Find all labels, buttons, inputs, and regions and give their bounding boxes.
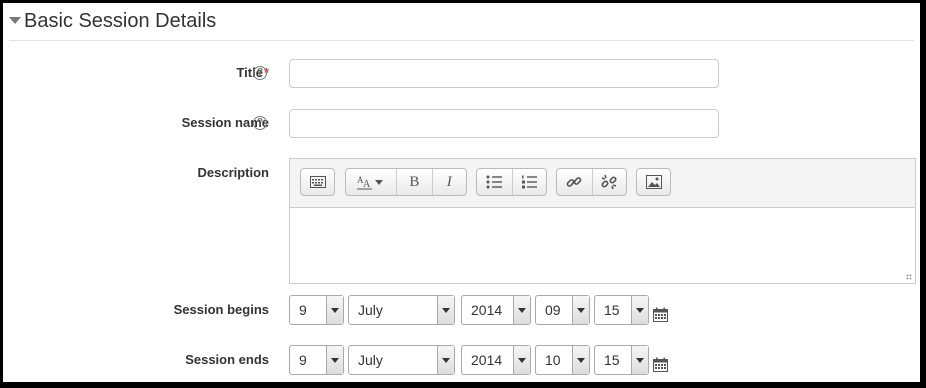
ends-hour-value: 10 (545, 352, 561, 368)
dropdown-arrow-icon (572, 296, 589, 324)
begins-month-value: July (358, 302, 383, 318)
begins-day-value: 9 (299, 302, 307, 318)
description-label: Description (197, 165, 269, 180)
toolbar-group-2: AA B I (345, 168, 467, 196)
ends-hour-select[interactable]: 10 (535, 345, 590, 375)
ends-minute-value: 15 (604, 352, 620, 368)
toolbar-group-4 (556, 168, 627, 196)
font-style-dropdown-icon[interactable]: AA (346, 169, 398, 195)
calendar-icon[interactable] (653, 357, 668, 372)
dropdown-arrow-icon (513, 346, 530, 374)
title-input[interactable] (289, 59, 719, 88)
bold-icon[interactable]: B (397, 169, 433, 195)
italic-icon[interactable]: I (433, 169, 466, 195)
help-glyph: ? (256, 67, 264, 78)
ends-day-select[interactable]: 9 (289, 345, 344, 375)
dropdown-arrow-icon (631, 346, 648, 374)
section-header[interactable]: Basic Session Details (9, 8, 914, 41)
session-name-input[interactable] (289, 109, 719, 138)
calendar-icon[interactable] (653, 307, 668, 322)
begins-minute-value: 15 (604, 302, 620, 318)
ends-day-value: 9 (299, 352, 307, 368)
session-begins-label: Session begins (173, 302, 269, 317)
toolbar-group-3 (476, 168, 547, 196)
ends-month-value: July (358, 352, 383, 368)
toolbar-group-5 (636, 168, 671, 196)
keyboard-toggle-icon[interactable] (301, 169, 334, 195)
help-icon[interactable]: ? (253, 116, 267, 130)
ends-month-select[interactable]: July (348, 345, 455, 375)
svg-text:A: A (363, 179, 371, 190)
form-frame: Basic Session Details Title* ? Session n… (3, 3, 920, 382)
begins-hour-select[interactable]: 09 (535, 295, 590, 325)
resize-handle-icon[interactable] (906, 274, 912, 280)
dropdown-arrow-icon (631, 296, 648, 324)
dropdown-arrow-icon (326, 296, 343, 324)
description-textarea[interactable] (290, 208, 915, 283)
ends-minute-select[interactable]: 15 (594, 345, 649, 375)
link-icon[interactable] (557, 169, 593, 195)
editor-toolbar: AA B I (290, 159, 915, 208)
dropdown-arrow-icon (572, 346, 589, 374)
numbered-list-icon[interactable] (513, 169, 547, 195)
bullet-list-icon[interactable] (477, 169, 513, 195)
begins-day-select[interactable]: 9 (289, 295, 344, 325)
help-glyph: ? (256, 117, 264, 128)
toolbar-group-1 (300, 168, 335, 196)
section-title: Basic Session Details (24, 10, 217, 32)
help-icon[interactable]: ? (253, 66, 267, 80)
title-label: Title* (29, 64, 269, 82)
dropdown-arrow-icon (437, 296, 454, 324)
session-name-label: Session name (181, 115, 269, 130)
dropdown-arrow-icon (437, 346, 454, 374)
ends-year-select[interactable]: 2014 (461, 345, 531, 375)
begins-year-select[interactable]: 2014 (461, 295, 531, 325)
ends-year-value: 2014 (471, 352, 503, 368)
begins-month-select[interactable]: July (348, 295, 455, 325)
begins-minute-select[interactable]: 15 (594, 295, 649, 325)
dropdown-arrow-icon (326, 346, 343, 374)
session-ends-label: Session ends (185, 352, 269, 367)
collapse-triangle-icon[interactable] (9, 17, 21, 24)
begins-hour-value: 09 (545, 302, 561, 318)
begins-year-value: 2014 (471, 302, 503, 318)
image-icon[interactable] (637, 169, 670, 195)
unlink-icon[interactable] (593, 169, 627, 195)
description-editor[interactable]: AA B I (289, 158, 916, 284)
dropdown-arrow-icon (513, 296, 530, 324)
